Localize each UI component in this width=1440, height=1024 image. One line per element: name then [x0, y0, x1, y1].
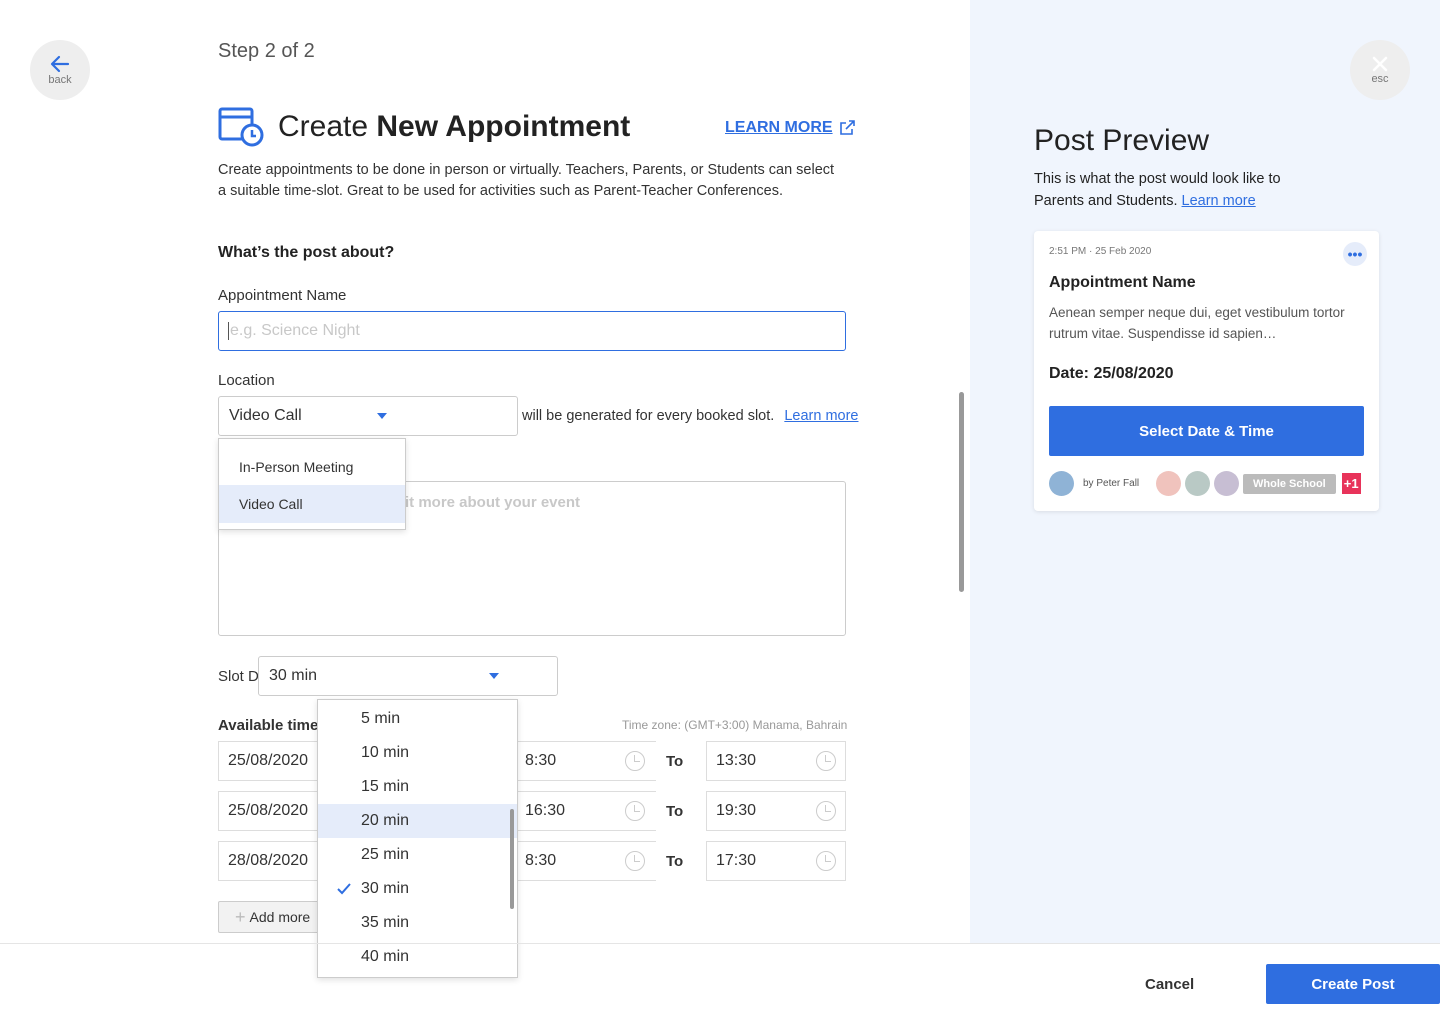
date-input[interactable]: 25/08/2020	[218, 741, 318, 781]
location-note: will be generated for every booked slot.…	[522, 408, 858, 424]
page-scrollbar[interactable]	[959, 392, 964, 592]
slot-duration-menu: 5 min 10 min 15 min 20 min 25 min 30 min…	[317, 699, 518, 978]
available-times-label: Available times	[218, 717, 327, 734]
location-note-text: will be generated for every booked slot.	[522, 408, 775, 424]
close-icon	[1372, 56, 1388, 71]
from-time-input[interactable]: 8:30	[516, 741, 656, 781]
from-time-value: 16:30	[525, 802, 566, 819]
post-author: by Peter Fall	[1083, 478, 1140, 489]
location-learn-more-link[interactable]: Learn more	[784, 408, 858, 424]
more-options-icon[interactable]: •••	[1343, 242, 1367, 266]
calendar-clock-icon	[218, 107, 264, 147]
location-value: Video Call	[229, 407, 302, 424]
add-more-label: Add more	[249, 909, 311, 925]
back-button[interactable]: back	[30, 40, 90, 100]
slot-option-label: 30 min	[361, 880, 410, 897]
back-label: back	[48, 73, 72, 86]
arrow-left-icon	[50, 55, 70, 72]
to-time-input[interactable]: 19:30	[706, 791, 846, 831]
description-placeholder: it more about your event	[405, 494, 581, 511]
post-timestamp: 2:51 PM · 25 Feb 2020	[1049, 246, 1152, 257]
slot-duration-select[interactable]: 30 min	[258, 656, 558, 696]
to-label: To	[666, 803, 684, 820]
post-date: Date: 25/08/2020	[1049, 365, 1174, 382]
timezone-text: Time zone: (GMT+3:00) Manama, Bahrain	[622, 718, 848, 732]
preview-title: Post Preview	[1034, 124, 1210, 157]
to-time-value: 17:30	[716, 852, 757, 869]
slot-option[interactable]: 20 min	[318, 804, 517, 838]
preview-learn-more-link[interactable]: Learn more	[1182, 193, 1256, 209]
clock-icon	[816, 751, 836, 771]
chevron-down-icon	[377, 413, 387, 419]
location-label: Location	[218, 372, 275, 389]
menu-scrollbar[interactable]	[510, 809, 514, 909]
external-link-icon	[839, 120, 855, 135]
slot-option-selected[interactable]: 30 min	[318, 872, 517, 906]
name-label: Appointment Name	[218, 287, 347, 304]
more-count-badge: +1	[1341, 473, 1361, 494]
post-title: Appointment Name	[1049, 274, 1196, 291]
preview-subtitle: This is what the post would look like to…	[1034, 168, 1294, 212]
title-prefix: Create	[278, 110, 369, 143]
text-caret	[228, 322, 229, 340]
location-option[interactable]: Video Call	[219, 485, 405, 523]
slot-option[interactable]: 35 min	[318, 906, 517, 940]
add-more-button[interactable]: + Add more	[218, 901, 328, 933]
from-time-input[interactable]: 8:30	[516, 841, 656, 881]
from-time-input[interactable]: 16:30	[516, 791, 656, 831]
slot-option[interactable]: 5 min	[318, 702, 517, 736]
chevron-down-icon	[489, 673, 499, 679]
footer-divider	[0, 943, 1440, 944]
post-body: Aenean semper neque dui, eget vestibulum…	[1049, 305, 1345, 341]
name-placeholder: e.g. Science Night	[230, 322, 360, 339]
to-time-value: 19:30	[716, 802, 757, 819]
to-label: To	[666, 753, 684, 770]
slot-option[interactable]: 15 min	[318, 770, 517, 804]
avatar	[1214, 471, 1239, 496]
clock-icon	[625, 751, 645, 771]
plus-icon: +	[235, 906, 246, 927]
learn-more-label: LEARN MORE	[725, 119, 833, 136]
date-input[interactable]: 25/08/2020	[218, 791, 318, 831]
clock-icon	[816, 851, 836, 871]
location-select[interactable]: Video Call	[218, 396, 518, 436]
avatar	[1185, 471, 1210, 496]
post-meta: by Peter Fall Whole School +1	[1049, 471, 1361, 496]
clock-icon	[625, 851, 645, 871]
date-input[interactable]: 28/08/2020	[218, 841, 318, 881]
post-card: 2:51 PM · 25 Feb 2020 ••• Appointment Na…	[1034, 231, 1379, 511]
audience-badge: Whole School	[1243, 473, 1336, 494]
from-time-value: 8:30	[525, 852, 557, 869]
avatar	[1156, 471, 1181, 496]
learn-more-link[interactable]: LEARN MORE	[725, 119, 855, 137]
slot-duration-value: 30 min	[269, 667, 318, 684]
section-title: What’s the post about?	[218, 244, 395, 261]
slot-option[interactable]: 25 min	[318, 838, 517, 872]
from-time-value: 8:30	[525, 752, 557, 769]
to-label: To	[666, 853, 684, 870]
title-bold: New Appointment	[376, 110, 631, 143]
slot-option[interactable]: 40 min	[318, 940, 517, 974]
to-time-input[interactable]: 17:30	[706, 841, 846, 881]
esc-label: esc	[1371, 72, 1389, 85]
location-dropdown-menu: In-Person Meeting Video Call	[218, 438, 406, 530]
author-avatar	[1049, 471, 1074, 496]
cancel-button[interactable]: Cancel	[1145, 976, 1194, 993]
slot-option[interactable]: 10 min	[318, 736, 517, 770]
page-title: Create New Appointment	[218, 106, 630, 148]
clock-icon	[625, 801, 645, 821]
appointment-name-input[interactable]: e.g. Science Night	[218, 311, 846, 351]
create-post-button[interactable]: Create Post	[1266, 964, 1440, 1004]
close-button[interactable]: esc	[1350, 40, 1410, 100]
check-icon	[337, 883, 351, 895]
location-option[interactable]: In-Person Meeting	[219, 449, 405, 485]
page-description: Create appointments to be done in person…	[218, 162, 835, 199]
step-indicator: Step 2 of 2	[218, 40, 315, 62]
select-date-time-button[interactable]: Select Date & Time	[1049, 406, 1364, 456]
to-time-value: 13:30	[716, 752, 757, 769]
to-time-input[interactable]: 13:30	[706, 741, 846, 781]
clock-icon	[816, 801, 836, 821]
